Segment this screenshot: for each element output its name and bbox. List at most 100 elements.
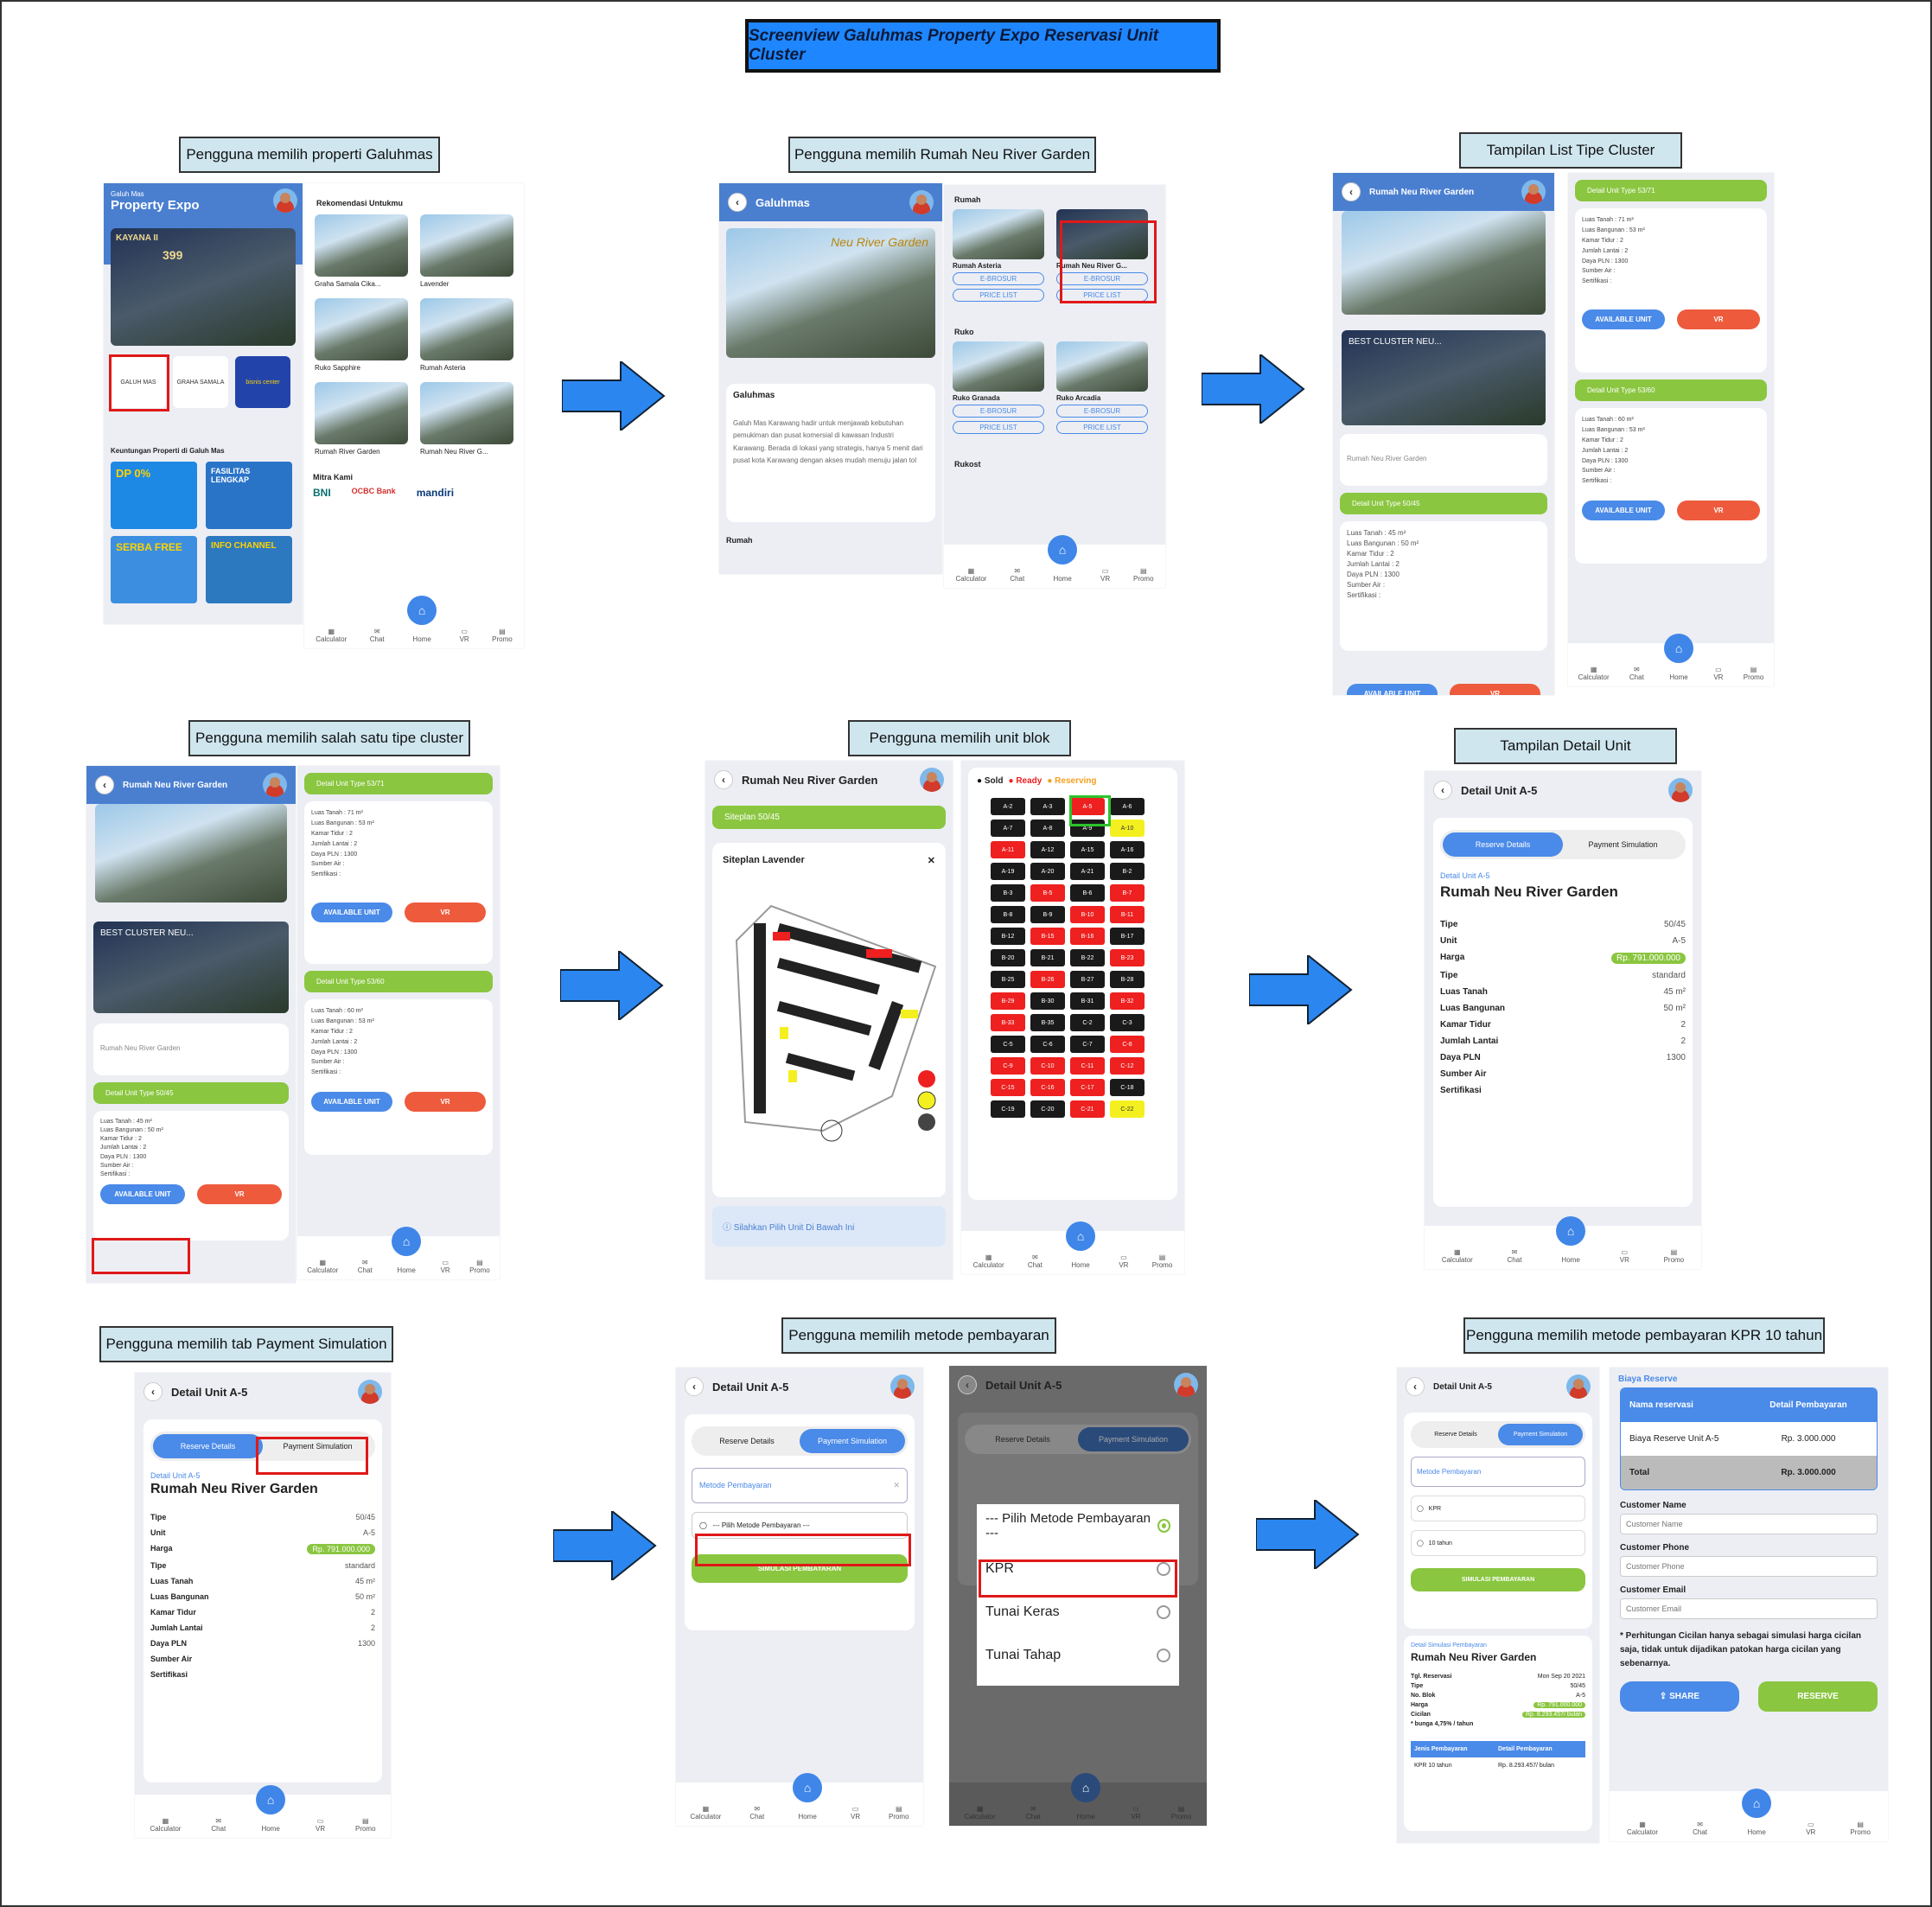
unit-cell[interactable]: B-33 [991,1014,1025,1031]
back-button[interactable]: ‹ [143,1382,163,1401]
unit-cell[interactable]: B-3 [991,884,1025,902]
reserve-button[interactable]: RESERVE [1758,1681,1878,1712]
unit-cell[interactable]: A-7 [991,820,1025,837]
bisnis-center-logo-tile[interactable]: bisnis center [235,356,290,408]
tab-payment-simulation[interactable]: Payment Simulation [1563,832,1683,857]
available-unit-button[interactable]: AVAILABLE UNIT [311,1092,392,1113]
property-card[interactable]: Rumah Asteria [420,298,513,372]
tab-reserve-details[interactable]: Reserve Details [1413,1424,1498,1445]
vr-button[interactable]: VR [1677,501,1760,521]
unit-cell[interactable]: B-16 [1070,928,1105,945]
nav-chat[interactable]: ✉ Chat [211,1817,226,1833]
video-player[interactable]: BEST CLUSTER NEU... [93,922,289,1013]
nav-chat[interactable]: ✉ Chat [1028,1253,1043,1269]
nav-chat[interactable]: ✉ Chat [370,628,385,643]
pricelist-button[interactable]: PRICE LIST [1056,421,1148,434]
unit-cell[interactable]: A-20 [1030,863,1065,880]
tab-payment-simulation[interactable]: Payment Simulation [1498,1424,1583,1445]
nav-promo[interactable]: ▤ Promo [1850,1821,1871,1836]
nav-promo[interactable]: ▤ Promo [355,1817,376,1833]
type-header[interactable]: Detail Unit Type 53/60 [1575,379,1767,401]
nav-calculator[interactable]: ▦ Calculator [973,1253,1004,1269]
tab-reserve-details[interactable]: Reserve Details [1443,832,1563,857]
nav-promo[interactable]: ▤ Promo [1171,1805,1192,1821]
nav-promo[interactable]: ▤ Promo [1133,567,1154,583]
back-button[interactable]: ‹ [714,770,733,789]
property-card[interactable]: Rumah Asteria E-BROSUR PRICE LIST [953,209,1044,302]
nav-home[interactable]: ⌂ Home [256,1785,286,1833]
benefit-tile[interactable]: FASILITAS LENGKAP [206,462,292,529]
nav-chat[interactable]: ✉ Chat [749,1805,764,1821]
nav-home[interactable]: ⌂ Home [793,1773,823,1821]
pricelist-button[interactable]: PRICE LIST [953,421,1044,434]
avatar[interactable] [920,768,944,792]
unit-cell[interactable]: C-9 [991,1057,1025,1075]
unit-cell[interactable]: B-29 [991,992,1025,1010]
available-unit-button[interactable]: AVAILABLE UNIT [1347,684,1438,695]
back-button[interactable]: ‹ [1342,182,1361,201]
nav-home[interactable]: ⌂ Home [1556,1216,1586,1264]
unit-cell[interactable]: C-17 [1070,1079,1105,1096]
nav-calculator[interactable]: ▦ Calculator [150,1817,181,1833]
siteplan-map[interactable] [719,871,944,1165]
unit-cell[interactable]: A-12 [1030,841,1065,858]
unit-cell[interactable]: B-2 [1110,863,1145,880]
unit-cell[interactable]: B-11 [1110,906,1145,923]
unit-cell[interactable]: C-21 [1070,1100,1105,1118]
unit-cell[interactable]: C-10 [1030,1057,1065,1075]
unit-cell[interactable]: B-21 [1030,949,1065,966]
unit-cell[interactable]: B-25 [991,971,1025,988]
unit-cell[interactable]: B-20 [991,949,1025,966]
unit-cell[interactable]: A-2 [991,798,1025,815]
available-unit-button[interactable]: AVAILABLE UNIT [1582,501,1665,521]
nav-home[interactable]: ⌂ Home [407,596,437,643]
unit-cell[interactable]: B-6 [1070,884,1105,902]
unit-cell[interactable]: B-10 [1070,906,1105,923]
nav-home[interactable]: ⌂ Home [1048,535,1078,583]
unit-cell[interactable]: B-35 [1030,1014,1065,1031]
nav-promo[interactable]: ▤ Promo [889,1805,909,1821]
avatar[interactable] [890,1374,915,1399]
unit-cell[interactable]: B-31 [1070,992,1105,1010]
close-icon[interactable]: ✕ [893,1481,900,1490]
nav-calculator[interactable]: ▦ Calculator [1578,666,1610,681]
vr-button[interactable]: VR [197,1183,282,1204]
unit-cell[interactable]: B-15 [1030,928,1065,945]
unit-cell[interactable]: C-16 [1030,1079,1065,1096]
unit-cell[interactable]: C-22 [1110,1100,1145,1118]
vr-button[interactable]: VR [1450,684,1540,695]
back-button[interactable]: ‹ [685,1377,704,1396]
kpr-option[interactable]: ◯ KPR [1411,1496,1585,1521]
property-card[interactable]: Ruko Sapphire [315,298,408,372]
back-button[interactable]: ‹ [95,775,114,794]
nav-vr[interactable]: ▭ VR [460,628,469,643]
vr-button[interactable]: VR [405,902,486,923]
unit-cell[interactable]: C-8 [1110,1036,1145,1053]
nav-home[interactable]: ⌂ Home [392,1227,422,1274]
nav-vr[interactable]: ▭ VR [1131,1805,1140,1821]
nav-chat[interactable]: ✉ Chat [358,1259,373,1274]
nav-promo[interactable]: ▤ Promo [1664,1248,1685,1264]
graha-samala-logo-tile[interactable]: GRAHA SAMALA [173,356,228,408]
nav-chat[interactable]: ✉ Chat [1508,1248,1522,1264]
nav-home[interactable]: ⌂ Home [1071,1773,1101,1821]
back-button[interactable]: ‹ [1433,781,1452,800]
unit-cell[interactable]: A-3 [1030,798,1065,815]
avatar[interactable] [1668,778,1693,802]
share-button[interactable]: ⇪ SHARE [1620,1681,1739,1712]
unit-cell[interactable]: C-3 [1110,1014,1145,1031]
avatar[interactable] [1521,180,1546,204]
unit-cell[interactable]: C-2 [1070,1014,1105,1031]
nav-calculator[interactable]: ▦ Calculator [690,1805,721,1821]
simulate-button[interactable]: SIMULASI PEMBAYARAN [1411,1568,1585,1591]
unit-cell[interactable]: A-19 [991,863,1025,880]
ebrosur-button[interactable]: E-BROSUR [953,272,1044,285]
benefit-tile[interactable]: INFO CHANNEL [206,536,292,603]
back-button[interactable]: ‹ [958,1375,977,1394]
nav-chat[interactable]: ✉ Chat [1010,567,1024,583]
unit-cell[interactable]: A-11 [991,841,1025,858]
nav-vr[interactable]: ▭ VR [1806,1821,1815,1836]
property-card[interactable]: Ruko Arcadia E-BROSUR PRICE LIST [1056,341,1148,434]
tab-payment-simulation[interactable]: Payment Simulation [1078,1427,1189,1451]
avatar[interactable] [273,188,297,213]
